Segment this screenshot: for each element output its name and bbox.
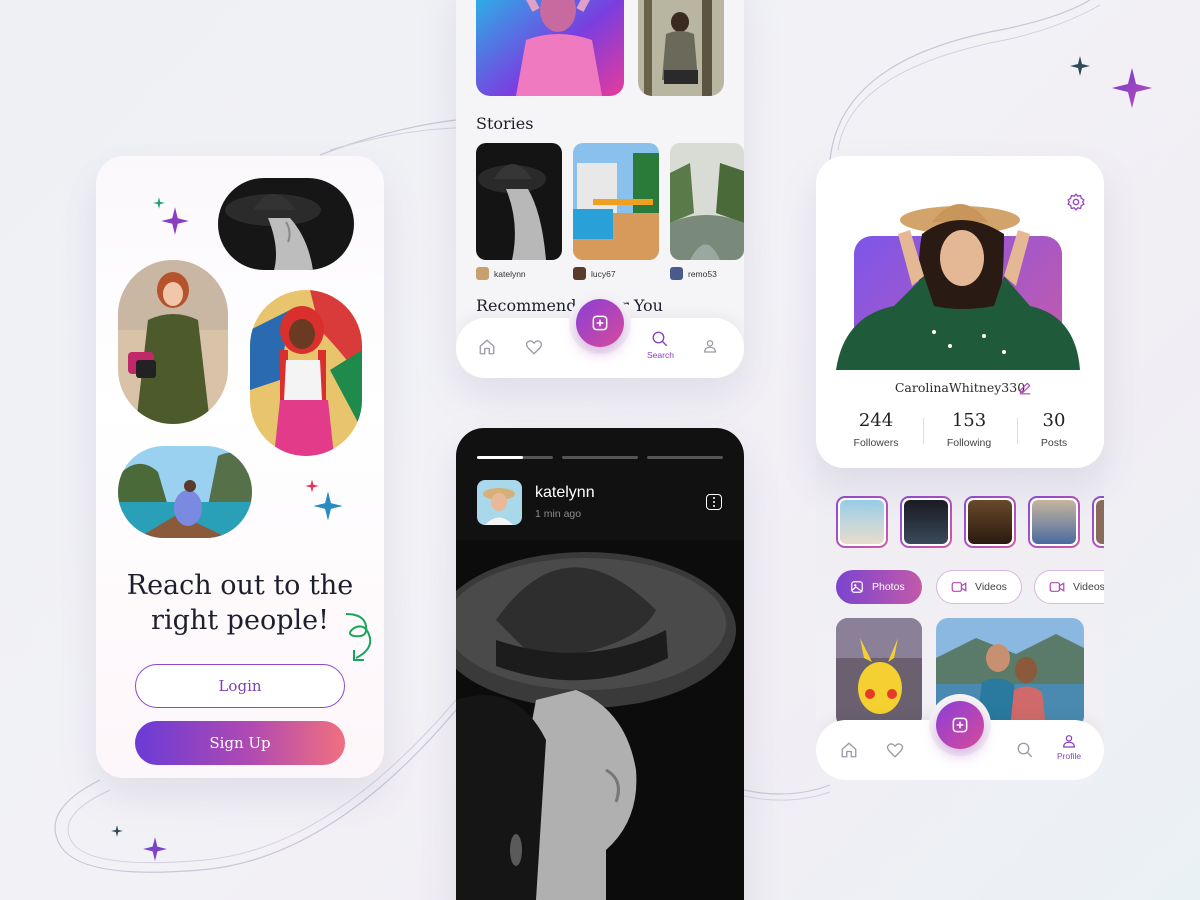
story-item[interactable]: lucy67 (573, 143, 659, 280)
more-options-icon[interactable] (706, 494, 722, 510)
welcome-headline: Reach out to the right people! (96, 568, 384, 638)
filter-videos[interactable]: Videos (936, 570, 1022, 604)
avatar (670, 267, 683, 280)
photo-red-braids-woman (250, 290, 362, 456)
recommended-title: Recommended For You (476, 296, 663, 315)
headline-line-1: Reach out to the (126, 570, 354, 601)
highlight-item[interactable] (836, 496, 888, 548)
login-button[interactable]: Login (135, 664, 345, 708)
heart-icon (886, 743, 904, 758)
add-post-button-ring (929, 694, 991, 756)
search-icon (653, 331, 668, 347)
filter-photos[interactable]: Photos (836, 570, 922, 604)
story-username[interactable]: katelynn (535, 484, 595, 502)
avatar (476, 267, 489, 280)
story-item[interactable]: remo53 (670, 143, 744, 280)
nav-search-label: Search (647, 350, 674, 360)
stat-posts[interactable]: 30 Posts (1009, 410, 1099, 449)
filter-videos-label: Videos (975, 581, 1007, 593)
story-progress-bar (477, 456, 553, 459)
home-icon (841, 742, 857, 758)
signup-button[interactable]: Sign Up (135, 721, 345, 765)
add-post-button[interactable] (936, 701, 984, 749)
nav-search[interactable]: Search (647, 330, 674, 360)
nav-profile-label: Profile (1057, 751, 1082, 761)
welcome-screen: Reach out to the right people! Login Sig… (96, 156, 384, 778)
sparkle-icon (313, 491, 343, 521)
story-username: lucy67 (591, 268, 616, 279)
nav-profile[interactable]: Profile (1057, 733, 1081, 761)
curly-arrow-icon (345, 613, 372, 661)
highlight-item[interactable] (964, 496, 1016, 548)
profile-username: CarolinaWhitney330 (894, 380, 1026, 395)
avatar[interactable] (477, 480, 522, 525)
story-thumbnail[interactable] (670, 143, 744, 260)
stat-value: 30 (1042, 410, 1066, 431)
gear-icon[interactable] (1066, 192, 1086, 212)
profile-photo[interactable] (836, 204, 1080, 370)
sparkle-icon (1070, 56, 1090, 76)
stat-value: 153 (951, 410, 987, 431)
stat-label: Following (946, 437, 992, 449)
story-viewer-screen: katelynn 1 min ago (456, 428, 744, 900)
nav-home[interactable] (840, 741, 858, 759)
story-username: remo53 (688, 268, 717, 279)
nav-search[interactable] (1016, 741, 1034, 759)
user-icon (704, 340, 716, 353)
profile-header: CarolinaWhitney330 244 Followers 153 Fol… (816, 156, 1104, 468)
nav-favorites[interactable] (886, 741, 904, 759)
story-photo[interactable] (456, 540, 744, 900)
plus-icon (952, 717, 968, 733)
story-progress-bar (647, 456, 723, 459)
stat-followers[interactable]: 244 Followers (831, 410, 921, 449)
nav-profile[interactable] (702, 338, 718, 354)
story-item[interactable]: katelynn (476, 143, 562, 280)
filter-photos-label: Photos (872, 581, 905, 593)
filter-videos-label: Videos (1073, 581, 1104, 593)
photo-hat-woman (218, 178, 354, 270)
plus-icon (592, 315, 608, 331)
story-thumbnail[interactable] (573, 143, 659, 260)
story-username: katelynn (494, 268, 526, 279)
sparkle-icon (161, 207, 189, 235)
profile-content-area: Photos Videos Videos Profile (816, 440, 1104, 780)
nav-favorites[interactable] (525, 338, 543, 356)
explore-screen: Stories katelynn lucy67 remo53 Recommend… (456, 0, 744, 378)
user-icon (1063, 735, 1075, 748)
video-icon (1049, 582, 1065, 592)
photo-boat-lagoon (118, 446, 252, 538)
stat-label: Posts (1040, 437, 1068, 449)
stat-label: Followers (853, 437, 899, 449)
image-icon (851, 581, 863, 593)
story-thumbnail[interactable] (476, 143, 562, 260)
story-timestamp: 1 min ago (535, 508, 582, 520)
highlight-item[interactable] (1028, 496, 1080, 548)
filter-videos[interactable]: Videos (1034, 570, 1104, 604)
highlight-item[interactable] (900, 496, 952, 548)
photo-neon-woman[interactable] (476, 0, 624, 96)
add-post-button-ring (569, 292, 631, 354)
edit-icon[interactable] (1018, 381, 1032, 395)
post-photo[interactable] (836, 618, 922, 728)
highlight-item[interactable] (1092, 496, 1104, 548)
nav-home[interactable] (478, 338, 496, 356)
sparkle-icon (143, 837, 167, 861)
sparkle-icon (111, 825, 123, 837)
photo-forest-woman[interactable] (638, 0, 724, 96)
home-icon (479, 339, 495, 355)
stat-value: 244 (858, 410, 894, 431)
search-icon (1017, 742, 1033, 758)
heart-icon (525, 340, 543, 355)
sparkle-icon (1111, 67, 1153, 109)
story-progress-bar (562, 456, 638, 459)
stat-following[interactable]: 153 Following (924, 410, 1014, 449)
photo-green-dress-woman (118, 260, 228, 424)
add-post-button[interactable] (576, 299, 624, 347)
video-icon (951, 582, 967, 592)
headline-line-2: right people! (151, 605, 329, 636)
stories-title: Stories (476, 114, 534, 133)
avatar (573, 267, 586, 280)
